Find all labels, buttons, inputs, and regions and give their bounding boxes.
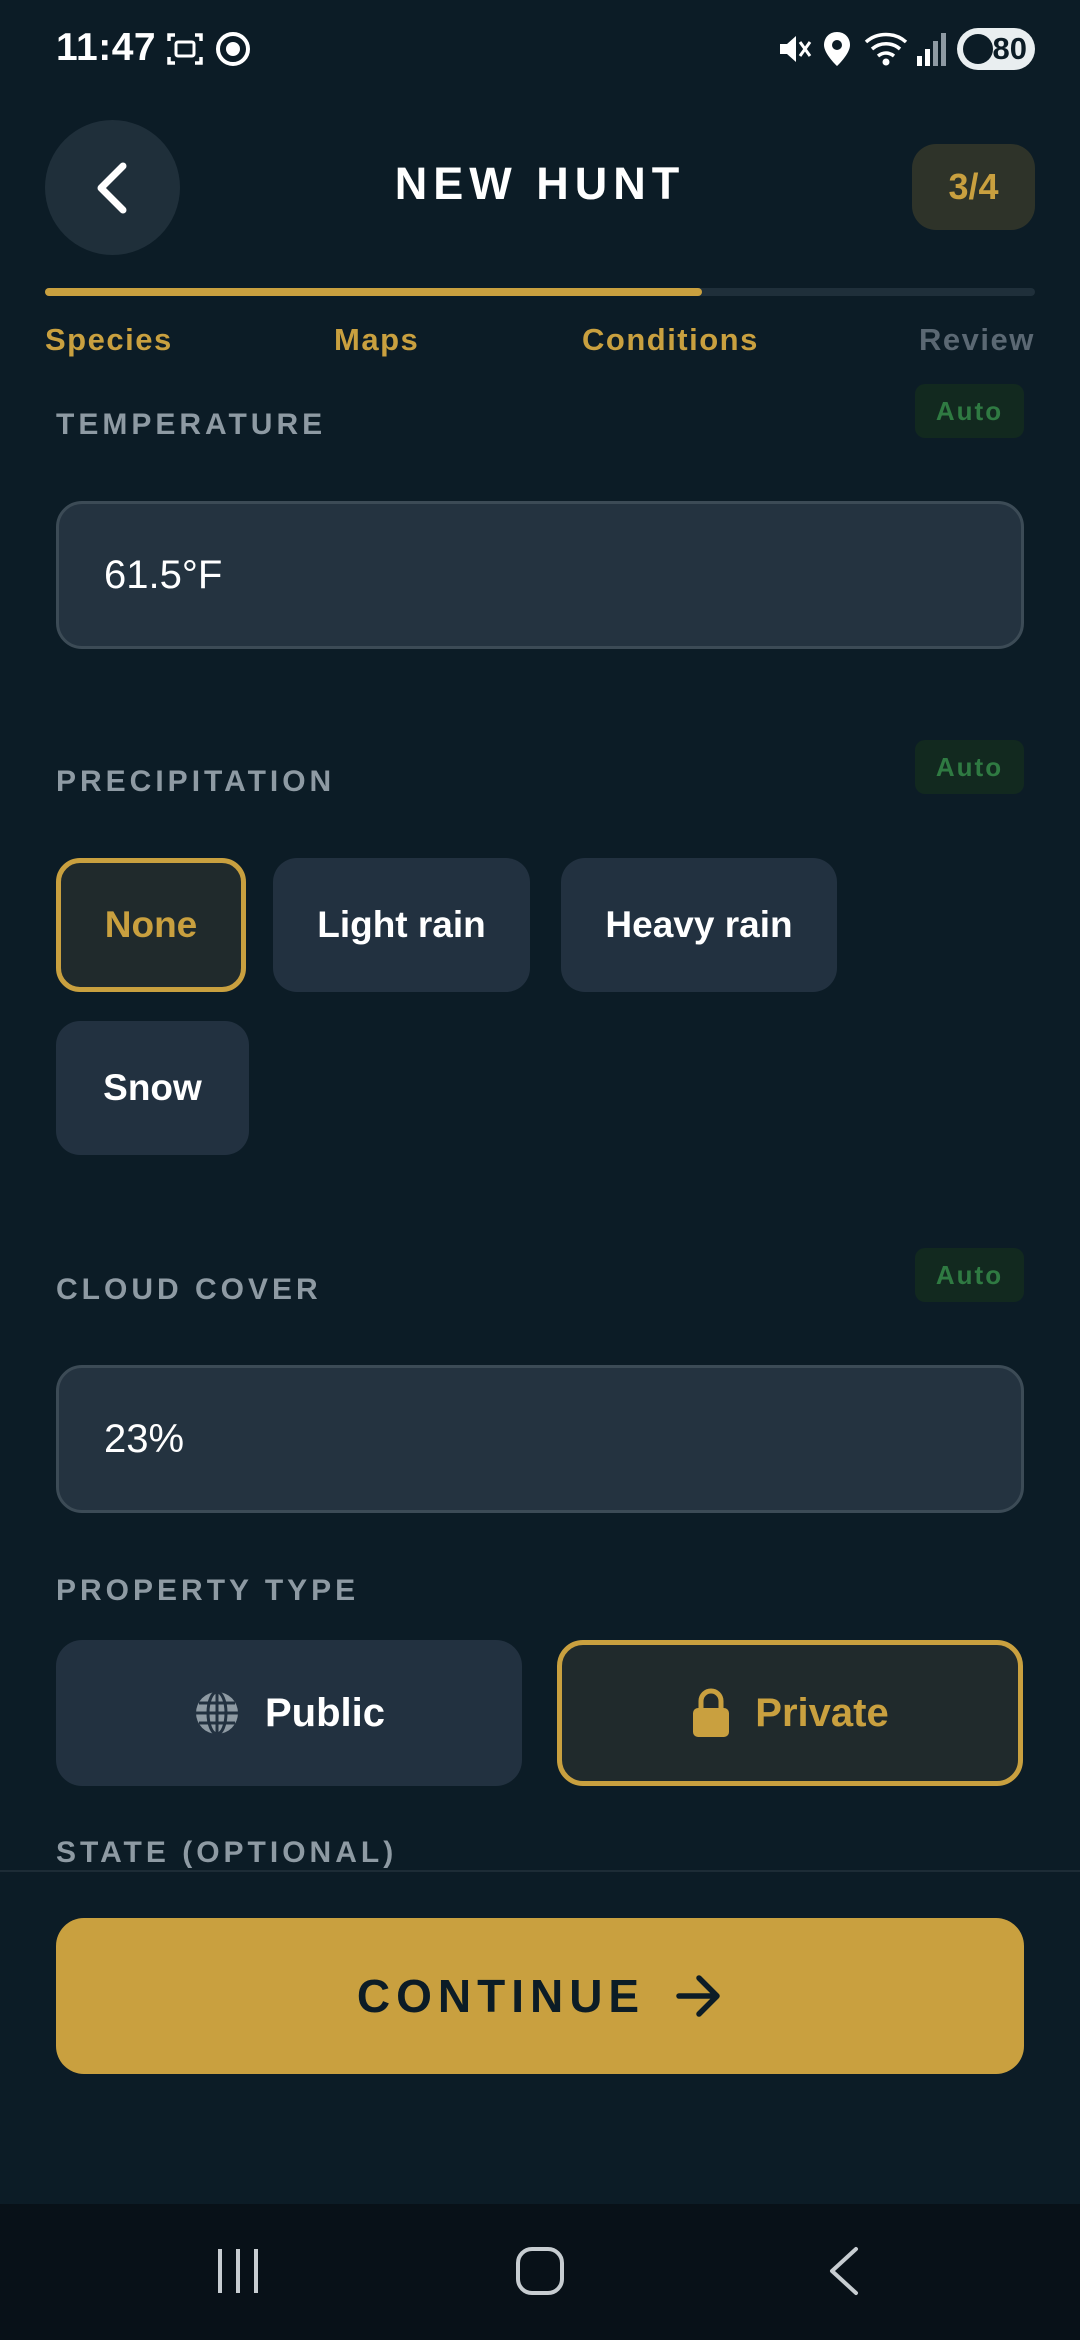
globe-icon — [195, 1690, 238, 1736]
footer-divider — [0, 1870, 1080, 1872]
precip-option-none[interactable]: None — [56, 858, 246, 992]
step-counter-badge: 3/4 — [912, 144, 1035, 230]
new-hunt-screen: 11:47 80 NEW HUNT 3/4 Species Maps Condi… — [0, 0, 1080, 2340]
step-species[interactable]: Species — [45, 322, 173, 358]
step-review[interactable]: Review — [919, 322, 1035, 358]
property-public-button[interactable]: Public — [56, 1640, 522, 1786]
precipitation-auto-badge: Auto — [915, 740, 1024, 794]
precip-option-heavy-rain[interactable]: Heavy rain — [561, 858, 837, 992]
step-conditions[interactable]: Conditions — [582, 322, 759, 358]
home-icon[interactable] — [515, 2246, 565, 2301]
recent-apps-icon[interactable] — [215, 2246, 261, 2301]
property-private-button[interactable]: Private — [557, 1640, 1023, 1786]
wifi-icon — [864, 30, 908, 73]
precipitation-label: PRECIPITATION — [56, 765, 336, 798]
battery-level: 80 — [992, 31, 1027, 66]
signal-icon — [915, 30, 949, 73]
progress-bar — [45, 288, 1035, 296]
property-type-label: PROPERTY TYPE — [56, 1574, 360, 1607]
property-private-label: Private — [755, 1690, 889, 1735]
continue-label: CONTINUE — [356, 1970, 646, 2022]
status-time: 11:47 — [56, 26, 157, 69]
footer-background — [0, 2074, 1080, 2204]
status-bar: 11:47 80 — [0, 0, 1080, 100]
property-public-label: Public — [264, 1690, 386, 1735]
screenshot-icon — [166, 30, 204, 73]
precip-option-light-rain[interactable]: Light rain — [273, 858, 530, 992]
continue-button[interactable]: CONTINUE — [56, 1918, 1024, 2074]
location-icon — [820, 30, 854, 73]
battery-saver-icon — [963, 34, 993, 64]
temperature-label: TEMPERATURE — [56, 408, 327, 441]
cloud-cover-auto-badge: Auto — [915, 1248, 1024, 1302]
temperature-field[interactable]: 61.5°F — [56, 501, 1024, 649]
battery-icon: 80 — [957, 28, 1035, 70]
temperature-auto-badge: Auto — [915, 384, 1024, 438]
progress-bar-fill — [45, 288, 703, 296]
state-label: STATE (OPTIONAL) — [56, 1836, 398, 1869]
nav-back-icon[interactable] — [826, 2246, 862, 2301]
cloud-cover-field[interactable]: 23% — [56, 1365, 1024, 1513]
step-maps[interactable]: Maps — [334, 322, 419, 358]
cloud-cover-label: CLOUD COVER — [56, 1273, 322, 1306]
arrow-right-icon — [676, 1975, 720, 2017]
record-icon — [214, 30, 252, 73]
mute-icon — [775, 30, 813, 73]
precip-option-snow[interactable]: Snow — [56, 1021, 249, 1155]
lock-icon — [693, 1688, 730, 1737]
